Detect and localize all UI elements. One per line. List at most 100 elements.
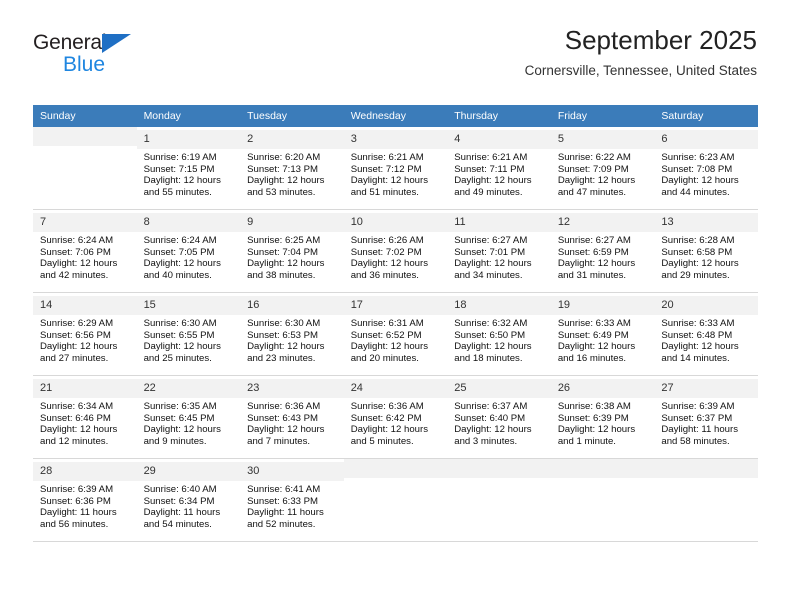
calendar-day-cell: 14 Sunrise: 6:29 AM Sunset: 6:56 PM Dayligh… (33, 292, 137, 376)
day-cell-content: 27 Sunrise: 6:39 AM Sunset: 6:37 PM Dayligh… (654, 376, 758, 447)
day-number: 15 (136, 296, 241, 315)
daylight-text-line1: Daylight: 12 hours (143, 175, 221, 187)
calendar-day-cell: 30 Sunrise: 6:41 AM Sunset: 6:33 PM Dayligh… (240, 458, 344, 542)
day-details: Sunrise: 6:39 AM Sunset: 6:36 PM Daylight:… (40, 484, 131, 530)
daylight-text-line1: Daylight: 12 hours (40, 341, 118, 353)
daylight-text-line1: Daylight: 12 hours (350, 175, 429, 187)
sunset-text: Sunset: 6:39 PM (557, 412, 629, 424)
sunrise-text: Sunrise: 6:20 AM (247, 152, 321, 163)
calendar-day-cell: 13 Sunrise: 6:28 AM Sunset: 6:58 PM Dayligh… (654, 209, 758, 293)
daylight-text-line2: and 25 minutes. (143, 352, 212, 364)
day-number: 8 (136, 213, 241, 232)
calendar-day-cell: 29 Sunrise: 6:40 AM Sunset: 6:34 PM Dayligh… (136, 458, 241, 542)
day-details: Sunrise: 6:30 AM Sunset: 6:53 PM Daylight:… (247, 318, 338, 364)
calendar-day-cell-empty (447, 458, 551, 542)
calendar-day-cell: 23 Sunrise: 6:36 AM Sunset: 6:43 PM Dayligh… (240, 375, 344, 459)
day-number: 24 (343, 379, 448, 398)
sunrise-text: Sunrise: 6:23 AM (661, 152, 735, 163)
sunset-text: Sunset: 7:06 PM (40, 246, 111, 258)
day-details: Sunrise: 6:36 AM Sunset: 6:43 PM Daylight:… (247, 401, 338, 447)
sunrise-text: Sunrise: 6:21 AM (454, 152, 528, 163)
sunrise-text: Sunrise: 6:33 AM (661, 318, 735, 329)
daylight-text-line2: and 53 minutes. (247, 186, 316, 198)
daylight-text-line2: and 14 minutes. (661, 352, 730, 364)
weekday-header-friday: Friday (550, 105, 655, 127)
daylight-text-line2: and 49 minutes. (454, 186, 523, 198)
sunset-text: Sunset: 7:04 PM (247, 246, 319, 258)
generalblue-logo: General Blue (33, 32, 233, 84)
calendar-day-cell: 12 Sunrise: 6:27 AM Sunset: 6:59 PM Dayligh… (550, 209, 655, 293)
sunset-text: Sunset: 6:59 PM (557, 246, 629, 258)
daylight-text-line1: Daylight: 12 hours (661, 341, 739, 353)
day-number: 19 (550, 296, 655, 315)
day-cell-content: 22 Sunrise: 6:35 AM Sunset: 6:45 PM Dayligh… (136, 376, 241, 447)
sunset-text: Sunset: 7:15 PM (143, 163, 215, 175)
empty-cell-band (654, 459, 758, 478)
day-cell-content: 19 Sunrise: 6:33 AM Sunset: 6:49 PM Dayligh… (550, 293, 655, 364)
day-details: Sunrise: 6:22 AM Sunset: 7:09 PM Daylight:… (558, 152, 649, 198)
day-number: 25 (447, 379, 551, 398)
calendar-day-cell-empty (33, 127, 137, 210)
daylight-text-line1: Daylight: 11 hours (661, 424, 738, 436)
daylight-text-line2: and 29 minutes. (661, 269, 730, 281)
sunrise-text: Sunrise: 6:27 AM (454, 235, 528, 246)
sunset-text: Sunset: 6:42 PM (350, 412, 422, 424)
day-number: 26 (550, 379, 655, 398)
calendar-day-cell: 28 Sunrise: 6:39 AM Sunset: 6:36 PM Dayligh… (33, 458, 137, 542)
sunrise-text: Sunrise: 6:21 AM (350, 152, 424, 163)
sunrise-text: Sunrise: 6:36 AM (350, 401, 424, 412)
day-number: 5 (550, 130, 655, 149)
day-number: 21 (33, 379, 137, 398)
day-cell-content: 16 Sunrise: 6:30 AM Sunset: 6:53 PM Dayligh… (240, 293, 344, 364)
sunset-text: Sunset: 6:53 PM (247, 329, 319, 341)
sunset-text: Sunset: 6:48 PM (661, 329, 733, 341)
calendar-page: General Blue September 2025 Cornersville… (0, 0, 792, 612)
day-cell-content: 2 Sunrise: 6:20 AM Sunset: 7:13 PM Daylight… (240, 127, 344, 198)
daylight-text-line2: and 34 minutes. (454, 269, 523, 281)
day-cell-content: 3 Sunrise: 6:21 AM Sunset: 7:12 PM Daylight… (343, 127, 448, 198)
day-cell-content: 13 Sunrise: 6:28 AM Sunset: 6:58 PM Dayligh… (654, 210, 758, 281)
sunrise-text: Sunrise: 6:22 AM (557, 152, 631, 163)
day-details: Sunrise: 6:24 AM Sunset: 7:06 PM Daylight:… (40, 235, 131, 281)
weekday-header-wednesday: Wednesday (343, 105, 448, 127)
sunrise-text: Sunrise: 6:34 AM (40, 401, 114, 412)
daylight-text-line2: and 1 minute. (557, 435, 616, 447)
logo-text-blue: Blue (63, 53, 106, 76)
daylight-text-line1: Daylight: 12 hours (350, 258, 429, 270)
sunset-text: Sunset: 7:01 PM (454, 246, 526, 258)
calendar-week-row: 14 Sunrise: 6:29 AM Sunset: 6:56 PM Dayligh… (33, 292, 758, 376)
sunset-text: Sunset: 6:37 PM (661, 412, 733, 424)
day-details: Sunrise: 6:31 AM Sunset: 6:52 PM Daylight:… (351, 318, 442, 364)
daylight-text-line2: and 20 minutes. (350, 352, 419, 364)
calendar-day-cell: 20 Sunrise: 6:33 AM Sunset: 6:48 PM Dayligh… (654, 292, 758, 376)
day-cell-content: 17 Sunrise: 6:31 AM Sunset: 6:52 PM Dayligh… (343, 293, 448, 364)
sunrise-text: Sunrise: 6:32 AM (454, 318, 528, 329)
day-details: Sunrise: 6:32 AM Sunset: 6:50 PM Daylight:… (454, 318, 545, 364)
day-cell-content: 30 Sunrise: 6:41 AM Sunset: 6:33 PM Dayligh… (240, 459, 344, 530)
daylight-text-line2: and 40 minutes. (143, 269, 212, 281)
sunset-text: Sunset: 6:56 PM (40, 329, 111, 341)
calendar-day-cell: 17 Sunrise: 6:31 AM Sunset: 6:52 PM Dayligh… (343, 292, 448, 376)
daylight-text-line1: Daylight: 12 hours (454, 258, 532, 270)
day-cell-content: 12 Sunrise: 6:27 AM Sunset: 6:59 PM Dayligh… (550, 210, 655, 281)
day-details: Sunrise: 6:39 AM Sunset: 6:37 PM Daylight:… (661, 401, 752, 447)
sunrise-sunset-calendar: Sunday Monday Tuesday Wednesday Thursday… (33, 105, 758, 542)
day-details: Sunrise: 6:27 AM Sunset: 6:59 PM Daylight:… (558, 235, 649, 281)
sunrise-text: Sunrise: 6:39 AM (40, 484, 114, 495)
daylight-text-line1: Daylight: 12 hours (40, 258, 118, 270)
sunset-text: Sunset: 6:40 PM (454, 412, 526, 424)
calendar-week-row: 7 Sunrise: 6:24 AM Sunset: 7:06 PM Daylight… (33, 209, 758, 293)
empty-cell-band (550, 459, 655, 478)
calendar-day-cell: 16 Sunrise: 6:30 AM Sunset: 6:53 PM Dayligh… (240, 292, 344, 376)
sunrise-text: Sunrise: 6:28 AM (661, 235, 735, 246)
day-cell-content: 6 Sunrise: 6:23 AM Sunset: 7:08 PM Daylight… (654, 127, 758, 198)
day-details: Sunrise: 6:23 AM Sunset: 7:08 PM Daylight:… (661, 152, 752, 198)
calendar-week-row: 28 Sunrise: 6:39 AM Sunset: 6:36 PM Dayligh… (33, 458, 758, 542)
day-details: Sunrise: 6:19 AM Sunset: 7:15 PM Daylight:… (144, 152, 235, 198)
day-number: 29 (136, 462, 241, 481)
daylight-text-line2: and 7 minutes. (247, 435, 311, 447)
calendar-day-cell: 5 Sunrise: 6:22 AM Sunset: 7:09 PM Daylight… (550, 127, 655, 210)
day-details: Sunrise: 6:33 AM Sunset: 6:48 PM Daylight:… (661, 318, 752, 364)
calendar-day-cell: 25 Sunrise: 6:37 AM Sunset: 6:40 PM Dayligh… (447, 375, 551, 459)
sunrise-text: Sunrise: 6:19 AM (143, 152, 217, 163)
